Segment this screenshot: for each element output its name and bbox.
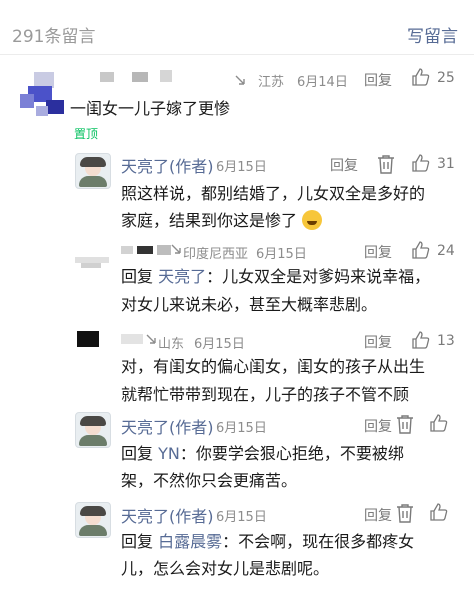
reply-button[interactable]: 回复 <box>364 416 392 436</box>
reply-button[interactable]: 回复 <box>330 155 358 175</box>
reply-date: 6月15日 <box>216 421 267 436</box>
reply-button[interactable]: 回复 <box>364 242 392 262</box>
facepalm-emoji-icon <box>302 210 323 230</box>
author-name[interactable]: 天亮了(作者) <box>121 503 214 527</box>
reply-text-line: 回复 天亮了：儿女双全是对爹妈来说幸福， <box>121 267 431 286</box>
commenter-name <box>121 244 176 256</box>
reply-button[interactable]: 回复 <box>364 505 392 525</box>
author-name[interactable]: 天亮了(作者) <box>121 153 214 177</box>
reply-date: 6月15日 <box>194 337 245 352</box>
header-divider <box>0 54 474 55</box>
reply-text-line: 回复 白露晨雾：不会啊，现在很多都疼女 <box>121 532 415 551</box>
like-count: 13 <box>437 333 455 349</box>
thumbs-up-icon[interactable] <box>411 67 431 87</box>
reply-to-name[interactable]: YN <box>158 444 180 463</box>
reply-text-line: 儿，怎么会对女儿是悲剧呢。 <box>121 559 330 578</box>
thumbs-up-icon[interactable] <box>411 330 431 350</box>
reply-text-line: 对，有闺女的偏心闺女，闺女的孩子从出生 <box>121 357 426 376</box>
commenter-name <box>121 334 143 344</box>
reply-date: 6月15日 <box>256 247 307 262</box>
comment-date: 6月14日 <box>297 75 348 90</box>
location-icon <box>234 74 246 86</box>
author-name[interactable]: 天亮了(作者) <box>121 414 214 438</box>
pinned-badge: 置顶 <box>74 127 99 141</box>
author-avatar[interactable] <box>75 412 111 448</box>
reply-date: 6月15日 <box>216 510 267 525</box>
avatar[interactable] <box>75 243 109 277</box>
location-icon <box>145 333 157 345</box>
author-avatar[interactable] <box>75 153 111 189</box>
comment-region: 江苏 <box>258 75 285 90</box>
reply-text-line: 家庭，结果到你这是惨了 <box>121 207 323 234</box>
thumbs-up-icon[interactable] <box>429 502 449 522</box>
reply-region: 印度尼西亚 <box>183 247 249 262</box>
reply-button[interactable]: 回复 <box>364 332 392 352</box>
write-comment-button[interactable]: 写留言 <box>407 22 458 47</box>
reply-text-line: 就帮忙带带到现在，儿子的孩子不管不顾 <box>121 385 410 404</box>
reply-text-line: 照这样说，都别结婚了，儿女双全是多好的 <box>121 184 426 203</box>
reply-to-name[interactable]: 白露晨雾 <box>158 532 222 551</box>
thumbs-up-icon[interactable] <box>411 240 431 260</box>
reply-region: 山东 <box>158 337 185 352</box>
thumbs-up-icon[interactable] <box>429 413 449 433</box>
reply-text-line: 回复 YN：你要学会狠心拒绝，不要被绑 <box>121 444 404 463</box>
delete-icon[interactable] <box>396 414 414 434</box>
delete-icon[interactable] <box>377 154 395 174</box>
reply-date: 6月15日 <box>216 160 267 175</box>
like-count: 24 <box>437 243 455 259</box>
like-count: 31 <box>437 156 455 172</box>
delete-icon[interactable] <box>396 503 414 523</box>
commenter-name <box>70 70 200 84</box>
avatar[interactable] <box>20 72 66 118</box>
comment-text: 一闺女一儿子嫁了更惨 <box>70 99 231 118</box>
like-count: 25 <box>437 70 455 86</box>
comment-count: 291条留言 <box>12 27 96 47</box>
reply-text-line: 架，不然你只会更痛苦。 <box>121 471 298 490</box>
reply-text-line: 对女儿来说未必，甚至大概率悲剧。 <box>121 295 378 314</box>
avatar[interactable] <box>75 329 109 363</box>
location-icon <box>170 243 182 255</box>
thumbs-up-icon[interactable] <box>411 153 431 173</box>
reply-button[interactable]: 回复 <box>364 70 392 90</box>
reply-to-name[interactable]: 天亮了 <box>158 267 206 286</box>
author-avatar[interactable] <box>75 502 111 538</box>
